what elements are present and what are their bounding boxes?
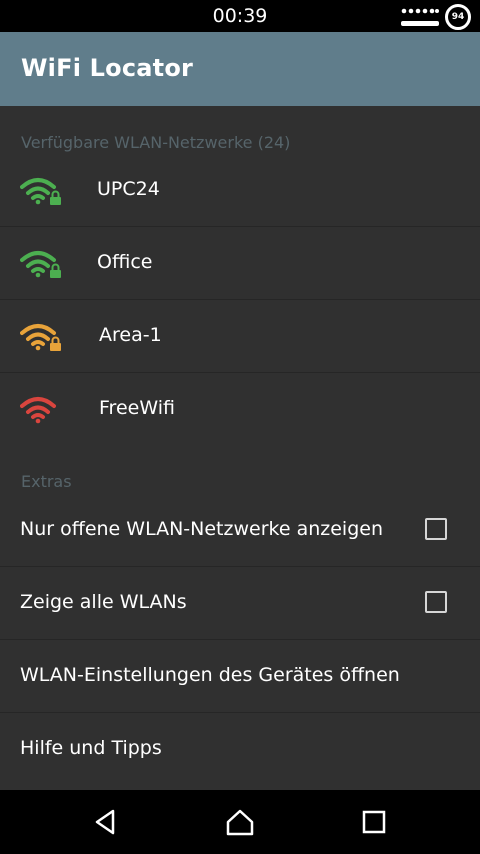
wifi-locked-icon: [20, 324, 61, 351]
home-button[interactable]: [200, 790, 280, 854]
pref-help-and-tips[interactable]: Hilfe und Tipps: [0, 713, 480, 786]
wifi-locked-icon: [20, 251, 61, 278]
network-name: UPC24: [97, 178, 160, 200]
signal-icon: [401, 8, 439, 26]
pref-label: Zeige alle WLANs: [20, 591, 187, 613]
battery-icon: 94: [445, 4, 471, 30]
settings-list: Verfügbare WLAN-Netzwerke (24) UPC24 Off…: [0, 106, 480, 790]
network-item-upc24[interactable]: UPC24: [0, 154, 480, 227]
recents-icon: [362, 810, 386, 834]
network-name: FreeWifi: [99, 397, 175, 419]
status-bar: 00:39 94: [0, 0, 480, 32]
recents-button[interactable]: [334, 790, 414, 854]
network-item-office[interactable]: Office: [0, 227, 480, 300]
network-item-area-1[interactable]: Area-1: [0, 300, 480, 373]
pref-show-open-only[interactable]: Nur offene WLAN-Netzwerke anzeigen: [0, 494, 480, 567]
show-all-wlans-checkbox[interactable]: [425, 591, 447, 613]
networks-header: Verfügbare WLAN-Netzwerke (24): [21, 133, 291, 152]
network-item-freewifi[interactable]: FreeWifi: [0, 373, 480, 446]
back-icon: [95, 809, 115, 835]
pref-label: Hilfe und Tipps: [20, 737, 162, 759]
wifi-locked-icon: [20, 178, 61, 205]
pref-label: WLAN-Einstellungen des Gerätes öffnen: [20, 664, 400, 686]
extras-header: Extras: [21, 472, 72, 491]
wifi-open-icon: [20, 397, 56, 424]
pref-open-device-wlan-settings[interactable]: WLAN-Einstellungen des Gerätes öffnen: [0, 640, 480, 713]
battery-level: 94: [451, 12, 465, 22]
app-title: WiFi Locator: [21, 54, 194, 82]
app-bar: WiFi Locator: [0, 32, 480, 106]
show-open-only-checkbox[interactable]: [425, 518, 447, 540]
pref-label: Nur offene WLAN-Netzwerke anzeigen: [20, 518, 383, 540]
network-name: Area-1: [99, 324, 162, 346]
back-button[interactable]: [66, 790, 146, 854]
home-icon: [226, 809, 254, 836]
pref-show-all-wlans[interactable]: Zeige alle WLANs: [0, 567, 480, 640]
navigation-bar: [0, 790, 480, 854]
network-name: Office: [97, 251, 153, 273]
